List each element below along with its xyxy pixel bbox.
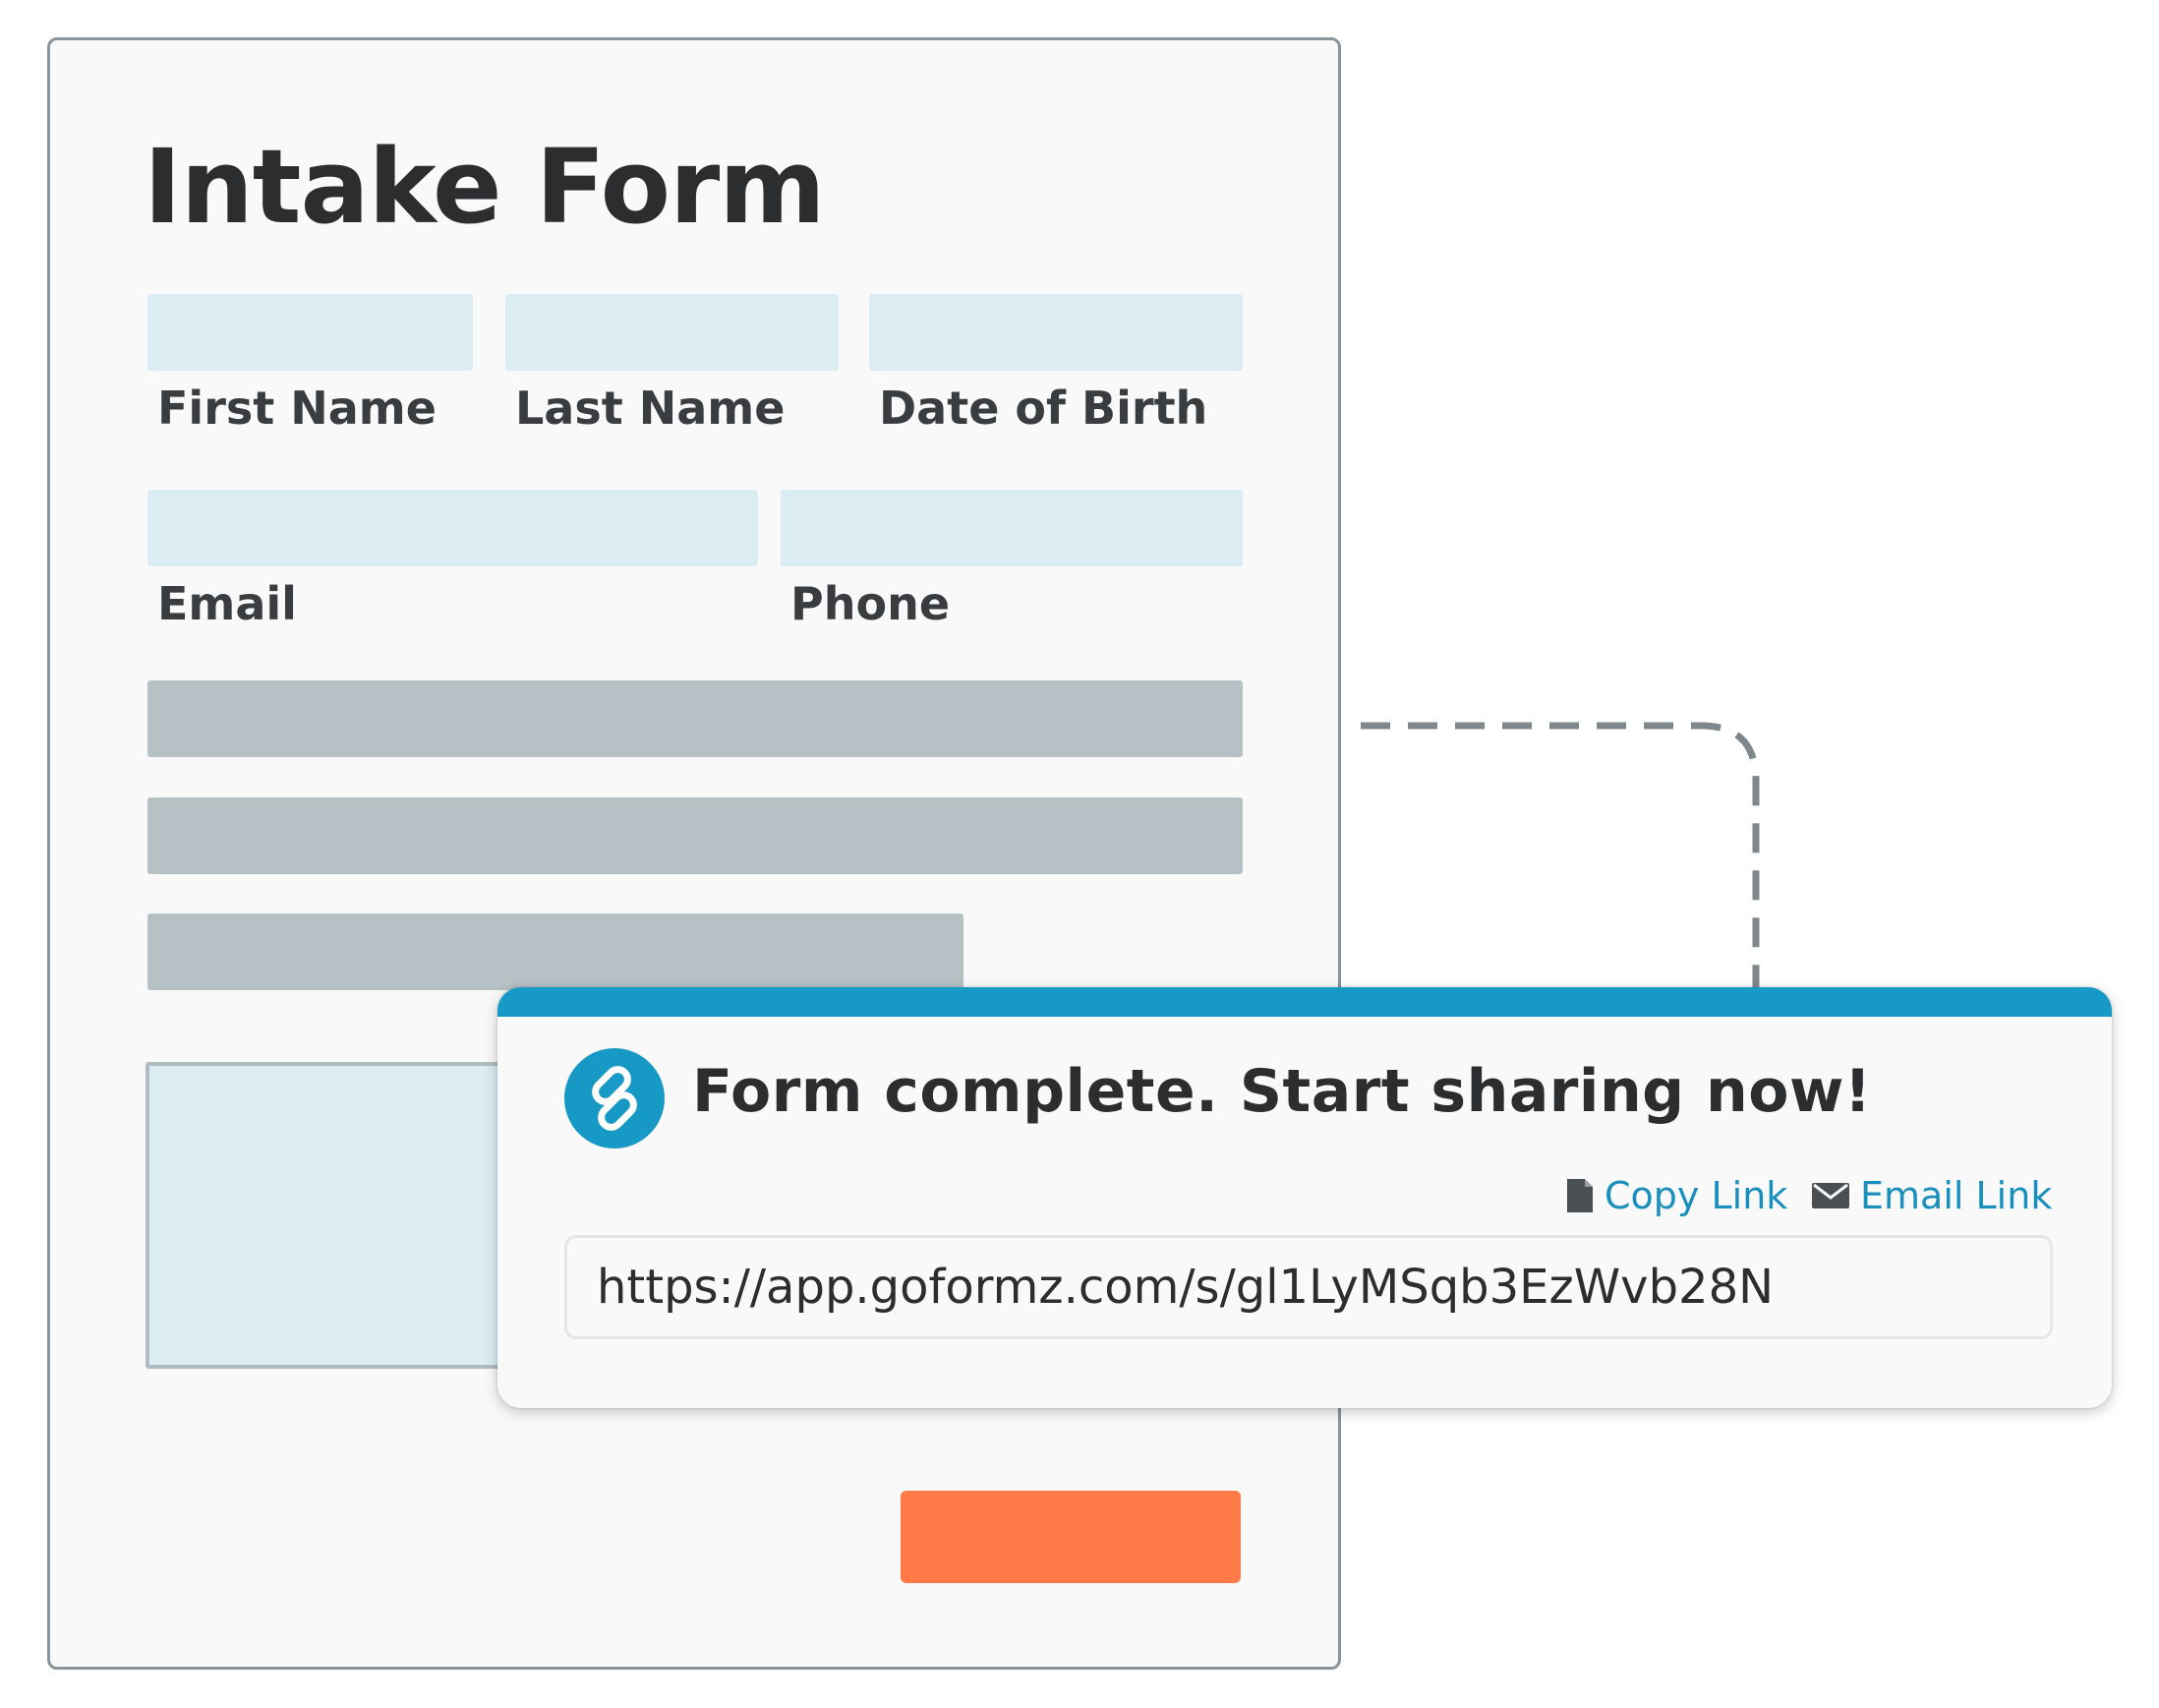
share-url-text[interactable]: https://app.goformz.com/s/gl1LyMSqb3EzWv… <box>597 1260 1774 1315</box>
document-icon <box>1567 1179 1593 1212</box>
phone-label: Phone <box>790 577 951 630</box>
dashed-connector <box>1361 722 1760 995</box>
email-link-button[interactable]: Email Link <box>1811 1174 2052 1217</box>
placeholder-bar-1 <box>147 680 1243 757</box>
share-panel-title: Form complete. Start sharing now! <box>692 1057 1872 1126</box>
notes-field[interactable] <box>146 1062 519 1369</box>
first-name-label: First Name <box>157 382 437 435</box>
placeholder-bar-3 <box>147 913 963 990</box>
placeholder-bar-2 <box>147 797 1243 874</box>
phone-field[interactable] <box>781 490 1243 566</box>
submit-button[interactable] <box>901 1491 1241 1583</box>
last-name-label: Last Name <box>515 382 786 435</box>
share-url-field[interactable]: https://app.goformz.com/s/gl1LyMSqb3EzWv… <box>564 1235 2053 1339</box>
share-panel-accent-bar <box>497 987 2112 1017</box>
link-icon <box>564 1048 665 1148</box>
share-panel: Form complete. Start sharing now! Copy L… <box>497 987 2112 1408</box>
last-name-field[interactable] <box>505 294 839 371</box>
first-name-field[interactable] <box>147 294 473 371</box>
copy-link-label: Copy Link <box>1605 1174 1788 1217</box>
form-title: Intake Form <box>144 127 826 247</box>
email-field[interactable] <box>147 490 758 566</box>
date-of-birth-label: Date of Birth <box>879 382 1208 435</box>
date-of-birth-field[interactable] <box>869 294 1243 371</box>
email-label: Email <box>157 577 297 630</box>
envelope-icon <box>1812 1183 1849 1208</box>
email-link-label: Email Link <box>1860 1174 2053 1217</box>
copy-link-button[interactable]: Copy Link <box>1565 1174 1787 1217</box>
